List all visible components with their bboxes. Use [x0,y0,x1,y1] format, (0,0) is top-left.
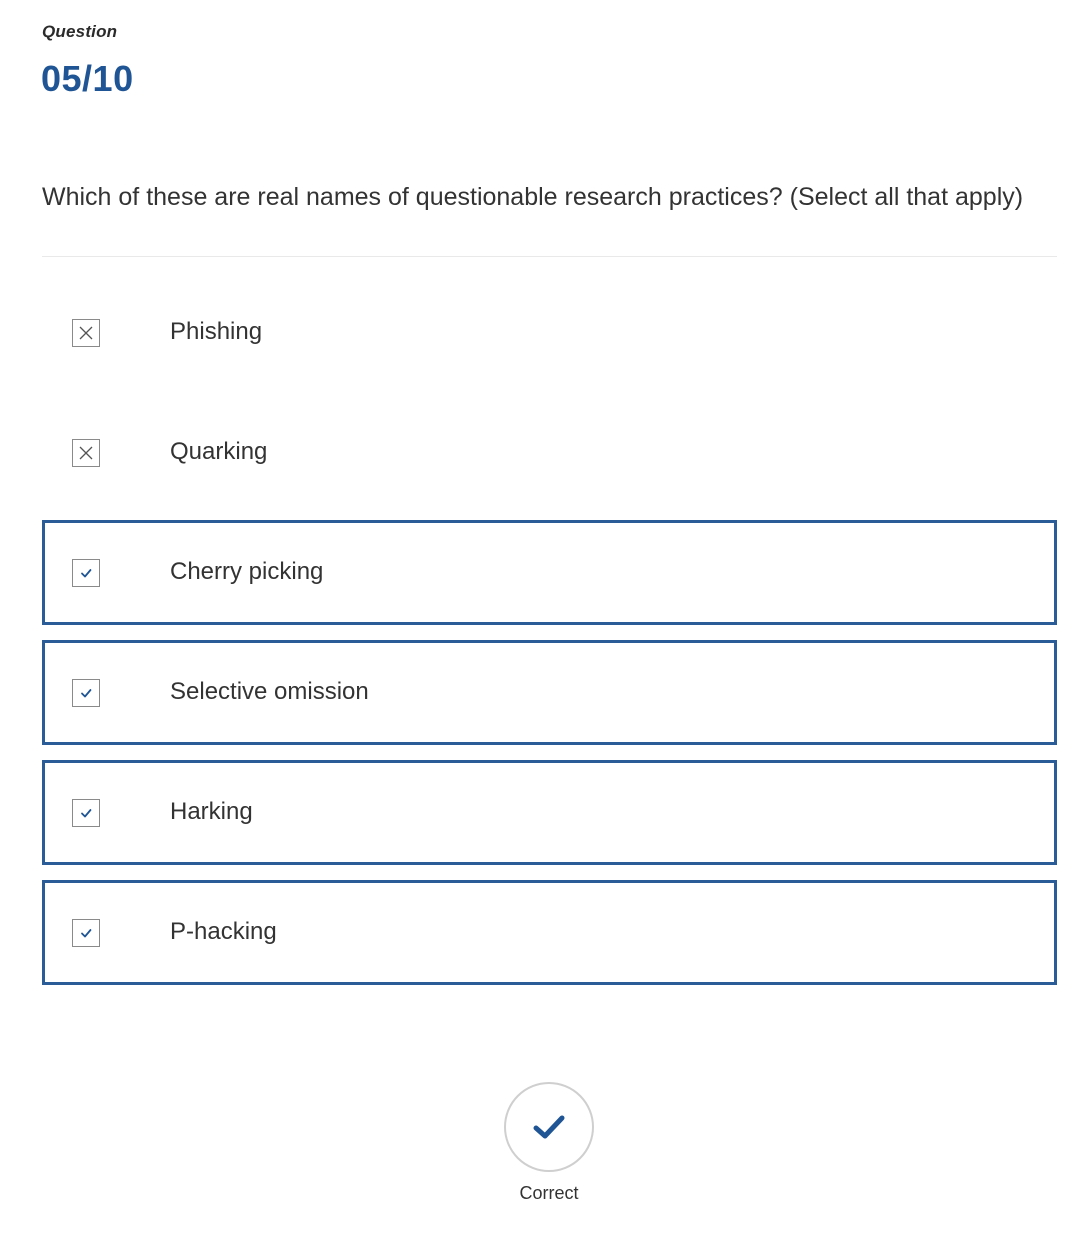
question-label: Question [42,22,118,41]
option-label: P-hacking [170,918,277,945]
option-label: Cherry picking [170,558,324,585]
option-label: Quarking [170,438,268,465]
checkmark-icon [81,569,92,578]
result-badge [504,1082,594,1172]
checkmark-icon [81,689,92,698]
option-label: Selective omission [170,678,369,705]
option-checkbox[interactable] [72,559,100,587]
option-checkbox[interactable] [72,679,100,707]
option-cherry-picking[interactable]: Cherry picking [42,520,1057,625]
cross-icon [79,326,93,340]
option-harking[interactable]: Harking [42,760,1057,865]
option-checkbox[interactable] [72,799,100,827]
option-p-hacking[interactable]: P-hacking [42,880,1057,985]
option-checkbox[interactable] [72,919,100,947]
checkmark-icon [81,809,92,818]
option-phishing[interactable]: Phishing [42,280,1057,385]
options-list: Phishing Quarking Cherry picking Selecti… [42,280,1057,1000]
option-label: Phishing [170,318,263,345]
cross-icon [79,446,93,460]
question-text: Which of these are real names of questio… [42,183,1024,211]
option-checkbox[interactable] [72,319,100,347]
divider [42,256,1057,257]
checkmark-icon [81,929,92,938]
option-label: Harking [170,798,253,825]
option-checkbox[interactable] [72,439,100,467]
option-quarking[interactable]: Quarking [42,400,1057,505]
question-counter: 05/10 [41,58,134,99]
result-label: Correct [519,1183,579,1203]
option-selective-omission[interactable]: Selective omission [42,640,1057,745]
checkmark-icon [533,1115,565,1139]
